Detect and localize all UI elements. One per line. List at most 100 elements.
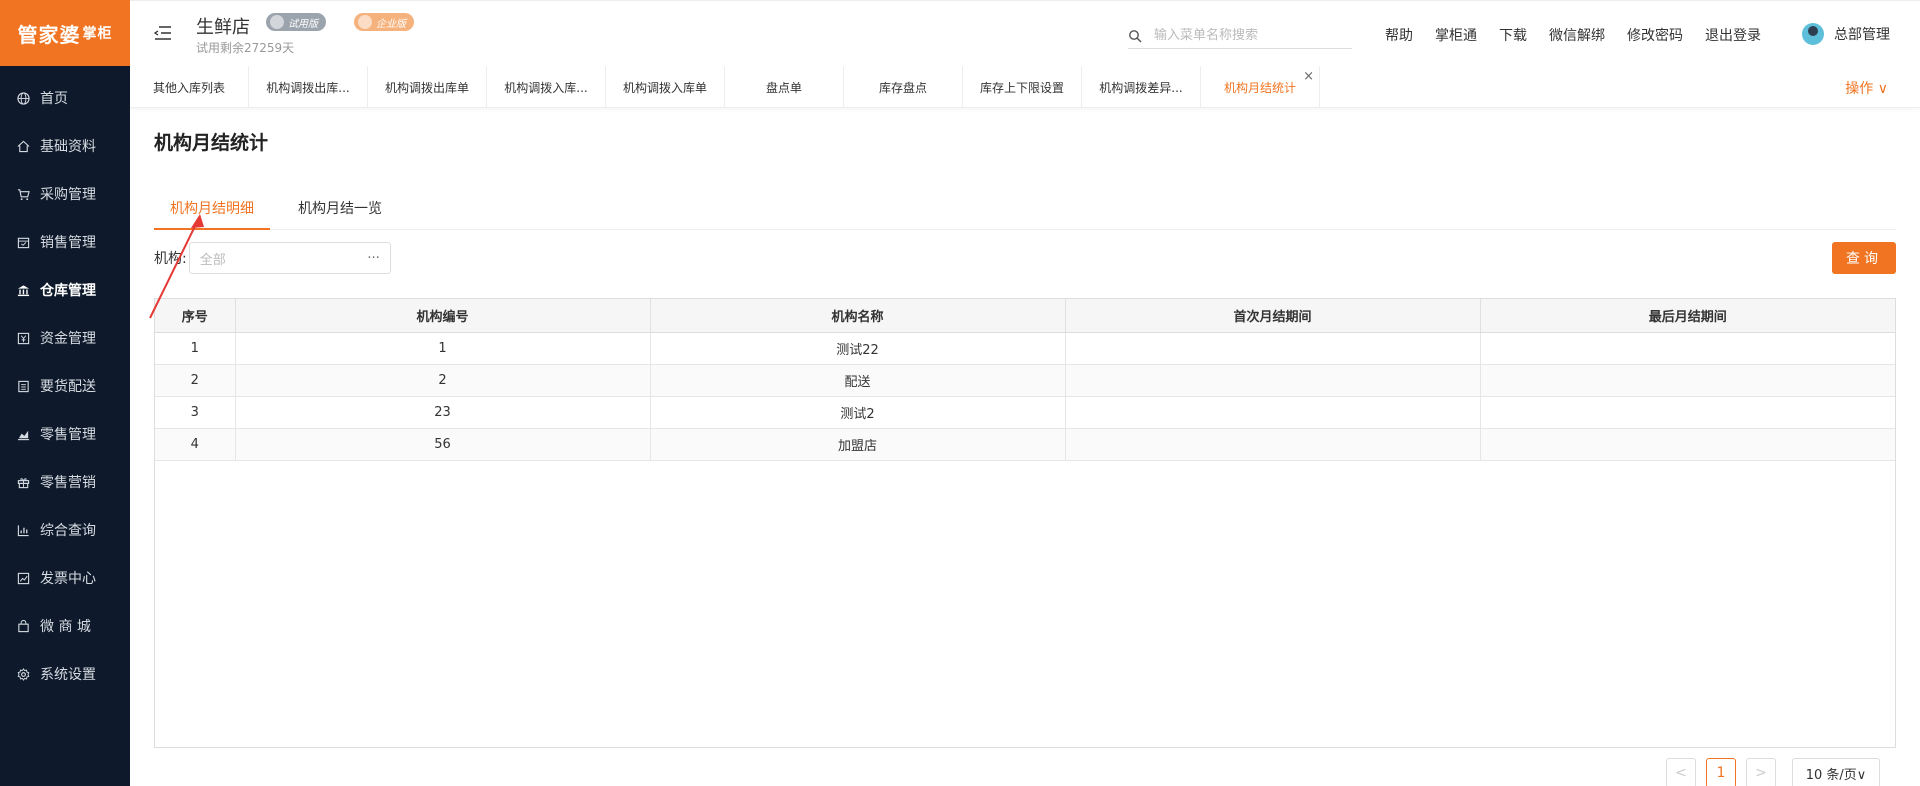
- tab-transfer-out-list[interactable]: 机构调拨出库...: [249, 66, 368, 108]
- sub-tabs: 机构月结明细 机构月结一览: [154, 192, 1896, 230]
- help-link[interactable]: 帮助: [1385, 25, 1413, 45]
- user-menu[interactable]: 总部管理: [1802, 23, 1890, 45]
- cell-org-code: 2: [235, 364, 651, 397]
- cell-last-period: [1480, 332, 1895, 365]
- col-last-period[interactable]: 最后月结期间: [1480, 299, 1895, 333]
- top-links: 帮助 掌柜通 下载 微信解绑 修改密码 退出登录: [1385, 25, 1761, 45]
- edition-badge: 企业版: [354, 13, 414, 31]
- sidebar-item-settings[interactable]: 系统设置: [0, 650, 130, 698]
- cell-first-period: [1065, 332, 1481, 365]
- cell-seq: 3: [155, 396, 236, 429]
- org-select[interactable]: 全部 ···: [188, 242, 391, 274]
- sidebar-item-label: 零售管理: [40, 427, 96, 443]
- col-org-code[interactable]: 机构编号: [235, 299, 651, 333]
- trend-icon: [16, 571, 30, 585]
- tab-other-inbound-list[interactable]: 其他入库列表: [130, 66, 249, 108]
- store-name: 生鲜店: [196, 17, 250, 38]
- tab-label: 其他入库列表: [152, 80, 225, 95]
- table-row[interactable]: 2 2 配送: [155, 364, 1895, 397]
- bar-icon: [16, 427, 30, 441]
- doc-icon: [16, 379, 30, 393]
- sidebar-item-purchase[interactable]: 采购管理: [0, 170, 130, 218]
- sidebar-item-label: 零售营销: [40, 475, 96, 491]
- cart-icon: [16, 187, 30, 201]
- tab-label: 库存上下限设置: [979, 80, 1064, 95]
- sidebar-item-home[interactable]: 首页: [0, 74, 130, 122]
- app-logo[interactable]: 管家婆 掌柜: [0, 0, 130, 66]
- tab-transfer-in-doc[interactable]: 机构调拨入库单: [606, 66, 725, 108]
- operations-dropdown[interactable]: 操作 ∨: [1845, 78, 1888, 98]
- table-row[interactable]: 1 1 测试22: [155, 332, 1895, 365]
- sidebar-item-basic-data[interactable]: 基础资料: [0, 122, 130, 170]
- tab-label: 机构调拨差异...: [1099, 80, 1183, 95]
- tab-label: 机构调拨入库单: [622, 80, 707, 95]
- cell-org-code: 1: [235, 332, 651, 365]
- sidebar-item-label: 采购管理: [40, 187, 96, 203]
- tab-transfer-diff[interactable]: 机构调拨差异...: [1082, 66, 1201, 108]
- tab-stocktake-doc[interactable]: 盘点单: [725, 66, 844, 108]
- open-tabs-bar: 其他入库列表 机构调拨出库... 机构调拨出库单 机构调拨入库... 机构调拨入…: [130, 66, 1920, 108]
- edition-badge-label: 企业版: [376, 18, 406, 30]
- wechat-unbind-link[interactable]: 微信解绑: [1549, 25, 1605, 45]
- table-header-row: 序号 机构编号 机构名称 首次月结期间 最后月结期间: [155, 299, 1895, 333]
- avatar: [1802, 23, 1824, 45]
- logo-main: 管家婆: [17, 22, 81, 47]
- menu-toggle-icon[interactable]: [153, 25, 172, 41]
- tab-label: 机构调拨出库...: [266, 80, 350, 95]
- tab-transfer-in-list[interactable]: 机构调拨入库...: [487, 66, 606, 108]
- sidebar-item-micro-mall[interactable]: 微 商 城: [0, 602, 130, 650]
- tab-stock-limits[interactable]: 库存上下限设置: [963, 66, 1082, 108]
- cell-first-period: [1065, 396, 1481, 429]
- prev-page-button[interactable]: <: [1666, 758, 1696, 786]
- sidebar-item-invoice[interactable]: 发票中心: [0, 554, 130, 602]
- sidebar-item-warehouse[interactable]: 仓库管理: [0, 266, 130, 314]
- home-icon: [16, 139, 30, 153]
- cell-last-period: [1480, 396, 1895, 429]
- calendar-icon: [16, 235, 30, 249]
- sidebar-item-retail-marketing[interactable]: 零售营销: [0, 458, 130, 506]
- col-first-period[interactable]: 首次月结期间: [1065, 299, 1481, 333]
- trial-remaining: 试用剩余27259天: [196, 41, 295, 55]
- tab-transfer-out-doc[interactable]: 机构调拨出库单: [368, 66, 487, 108]
- col-org-name[interactable]: 机构名称: [650, 299, 1066, 333]
- cell-org-name: 测试2: [650, 396, 1066, 429]
- sidebar-item-query[interactable]: 综合查询: [0, 506, 130, 554]
- tab-inventory-check[interactable]: 库存盘点: [844, 66, 963, 108]
- sidebar-item-distribution[interactable]: 要货配送: [0, 362, 130, 410]
- close-icon[interactable]: ×: [1303, 69, 1314, 84]
- tab-label: 机构调拨出库单: [384, 80, 469, 95]
- chart-icon: [16, 523, 30, 537]
- sidebar-item-label: 系统设置: [40, 667, 96, 683]
- search-input[interactable]: [1154, 28, 1344, 43]
- logout-link[interactable]: 退出登录: [1705, 25, 1761, 45]
- tab-monthly-settlement[interactable]: 机构月结统计 ×: [1201, 66, 1320, 108]
- tab-label: 库存盘点: [878, 80, 927, 95]
- sidebar-item-retail[interactable]: 零售管理: [0, 410, 130, 458]
- top-header: 生鲜店 试用版 企业版 试用剩余27259天 帮助 掌柜通 下载 微信解绑 修改…: [130, 0, 1920, 66]
- cell-first-period: [1065, 428, 1481, 461]
- cell-org-code: 56: [235, 428, 651, 461]
- query-button[interactable]: 查询: [1832, 242, 1896, 274]
- sidebar-item-label: 微 商 城: [40, 619, 91, 635]
- more-icon[interactable]: ···: [367, 251, 379, 266]
- bag-icon: [16, 619, 30, 633]
- menu-search: [1128, 23, 1352, 49]
- sidebar: 管家婆 掌柜 首页 基础资料 采购管理 销售管理 仓库管理 资金管理 要货配送 …: [0, 0, 130, 786]
- change-password-link[interactable]: 修改密码: [1627, 25, 1683, 45]
- download-link[interactable]: 下载: [1499, 25, 1527, 45]
- next-page-button[interactable]: >: [1746, 758, 1776, 786]
- sidebar-item-sales[interactable]: 销售管理: [0, 218, 130, 266]
- tab-monthly-overview[interactable]: 机构月结一览: [282, 192, 398, 230]
- sidebar-item-label: 发票中心: [40, 571, 96, 587]
- cell-org-name: 配送: [650, 364, 1066, 397]
- zhanggui-link[interactable]: 掌柜通: [1435, 25, 1477, 45]
- table-row[interactable]: 3 23 测试2: [155, 396, 1895, 429]
- page-size-select[interactable]: 10 条/页∨: [1792, 758, 1880, 786]
- page-number-button[interactable]: 1: [1706, 758, 1736, 786]
- search-icon[interactable]: [1128, 29, 1142, 43]
- table-row[interactable]: 4 56 加盟店: [155, 428, 1895, 461]
- sidebar-item-label: 要货配送: [40, 379, 96, 395]
- cell-seq: 2: [155, 364, 236, 397]
- cell-org-code: 23: [235, 396, 651, 429]
- sidebar-item-funds[interactable]: 资金管理: [0, 314, 130, 362]
